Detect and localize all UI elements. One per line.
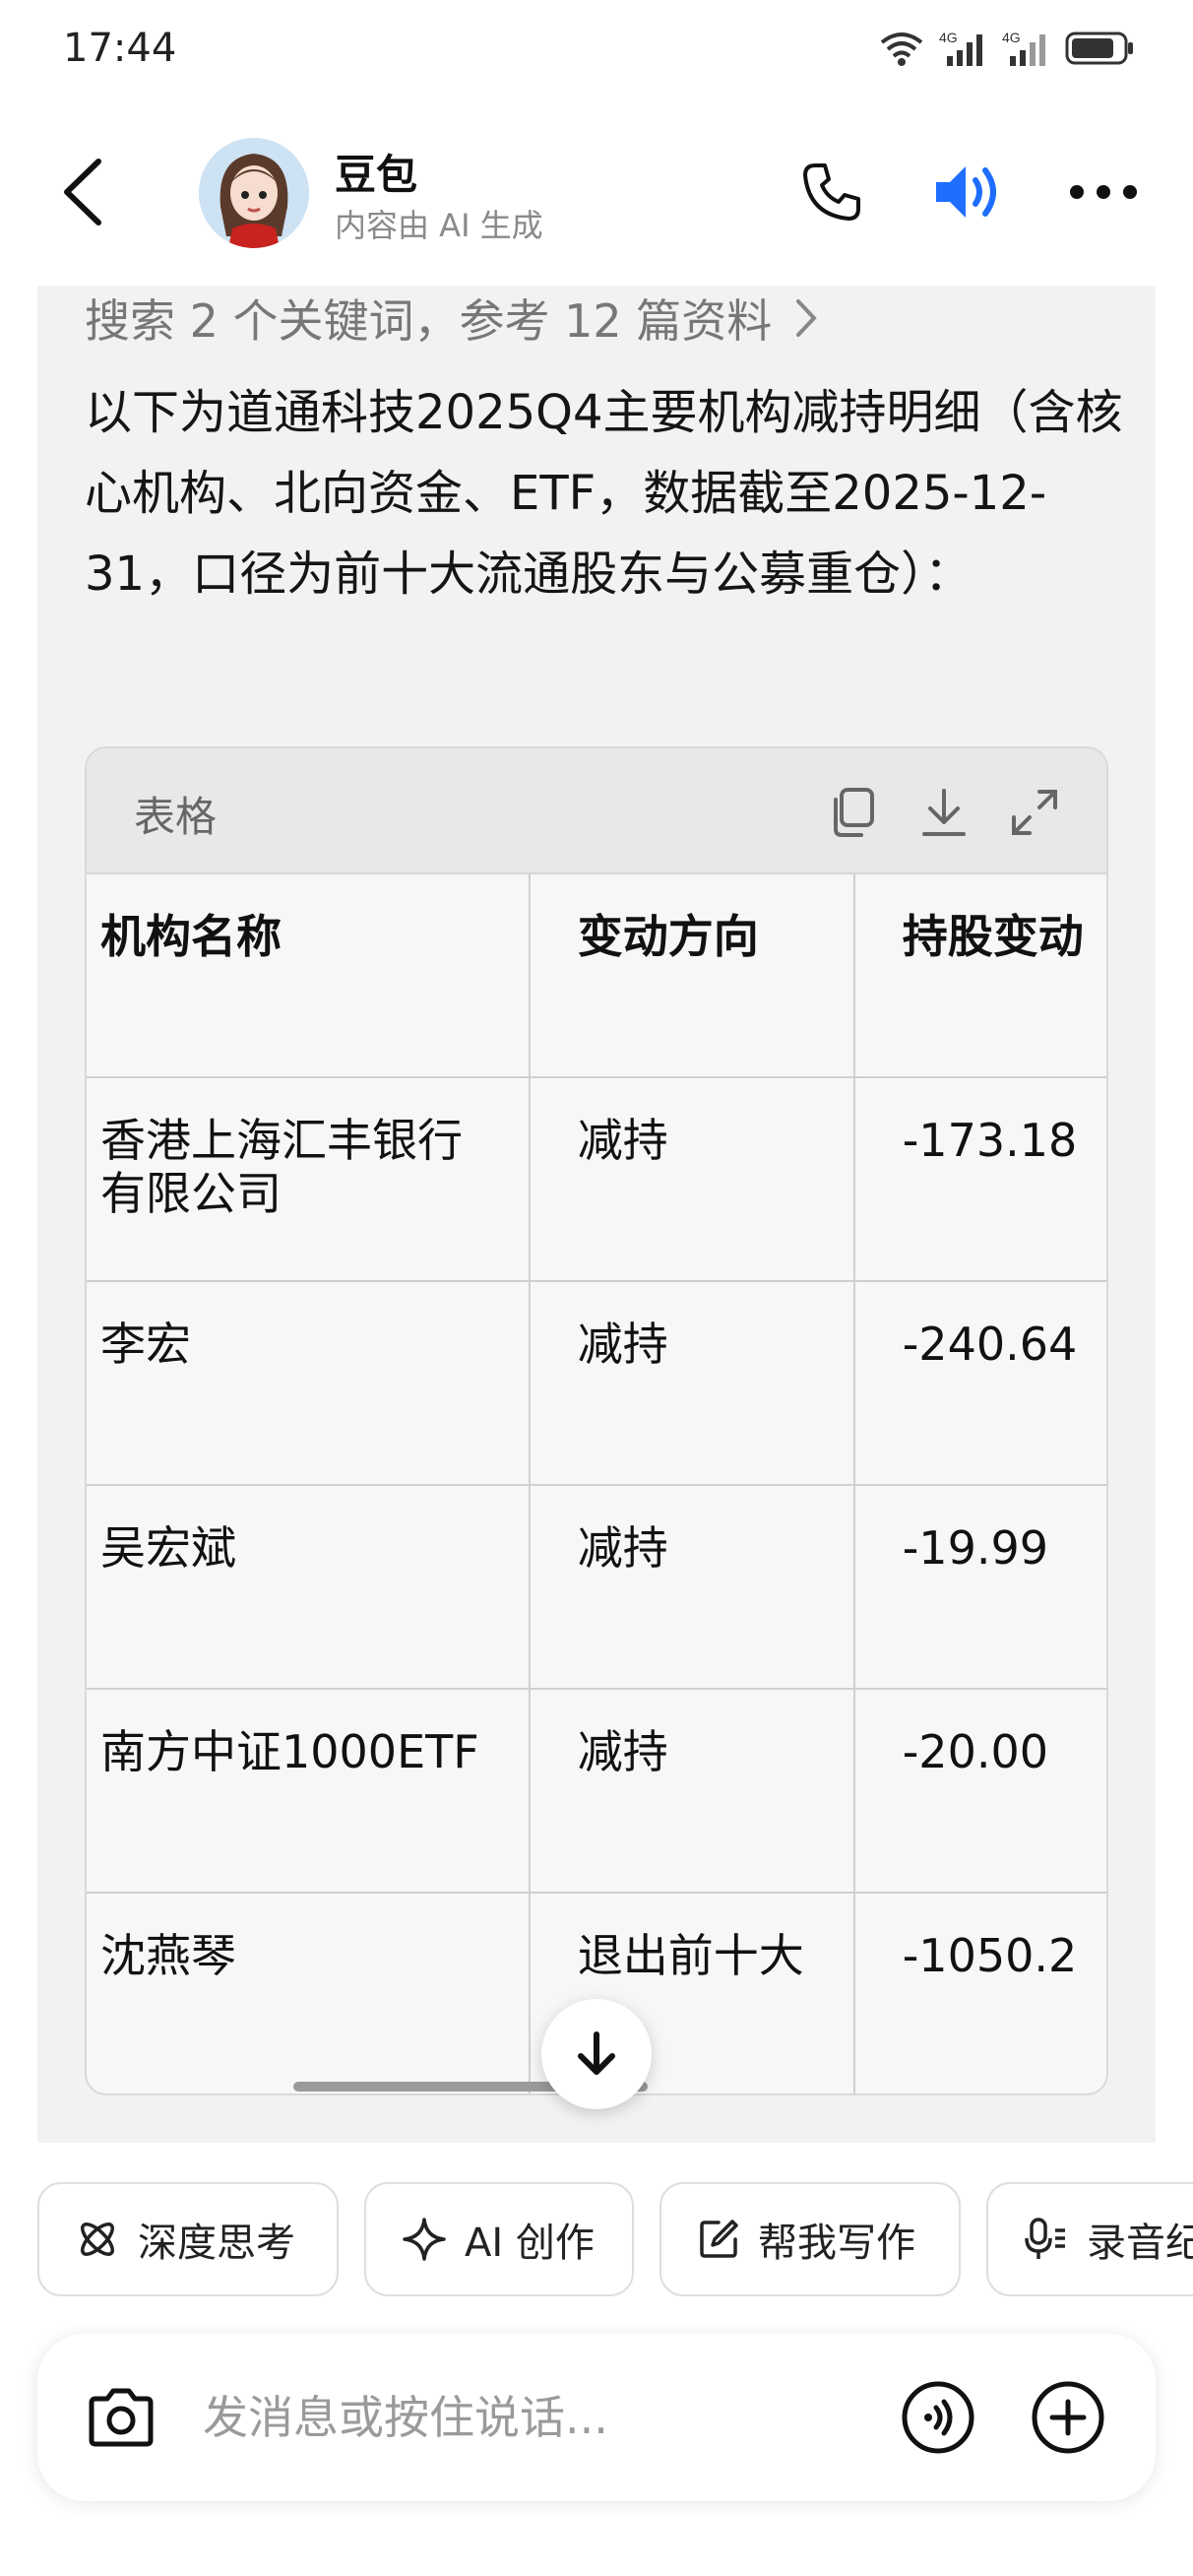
search-reference-link[interactable]: 搜索 2 个关键词，参考 12 篇资料 bbox=[85, 286, 818, 351]
table-cell: -19.99 bbox=[853, 1485, 1106, 1690]
table-cell: 减持 bbox=[529, 1689, 855, 1894]
expand-table-button[interactable] bbox=[1000, 778, 1069, 847]
message-input[interactable] bbox=[203, 2373, 892, 2462]
voice-call-button[interactable] bbox=[894, 2373, 982, 2462]
chat-header: 豆包 内容由 AI 生成 bbox=[0, 98, 1193, 286]
column-header: 机构名称 bbox=[87, 874, 531, 1078]
table-cell: -1050.2 bbox=[853, 1893, 1106, 2093]
phone-call-button[interactable] bbox=[787, 148, 876, 236]
atom-icon bbox=[81, 2222, 114, 2256]
copy-table-button[interactable] bbox=[817, 778, 886, 847]
table-cell: 沈燕琴 bbox=[87, 1893, 531, 2093]
table-scroll-area[interactable]: 机构名称 变动方向 持股变动 香港上海汇丰银行有限公司 减持 -173.18 李… bbox=[87, 874, 1106, 2093]
table-cell: 减持 bbox=[529, 1077, 855, 1282]
chip-help-write[interactable]: 帮我写作 bbox=[659, 2182, 961, 2296]
column-header: 变动方向 bbox=[529, 874, 855, 1078]
table-row: 南方中证1000ETF 减持 -20.00 bbox=[87, 1689, 1106, 1894]
table-cell: 李宏 bbox=[87, 1281, 531, 1486]
avatar-image bbox=[199, 138, 309, 248]
ai-disclaimer: 内容由 AI 生成 bbox=[335, 207, 543, 244]
scroll-to-bottom-button[interactable] bbox=[541, 1999, 652, 2109]
table-row: 吴宏斌 减持 -19.99 bbox=[87, 1485, 1106, 1690]
table-cell: 减持 bbox=[529, 1281, 855, 1486]
table-card: 表格 机构名称 变动方向 持股变动 香港上海汇丰银行有限公司 减持 -173.1… bbox=[85, 746, 1108, 2095]
avatar[interactable] bbox=[199, 138, 309, 248]
column-header: 持股变动 bbox=[853, 874, 1106, 1078]
chip-recording-notes[interactable]: 录音纪要 bbox=[986, 2182, 1193, 2296]
edit-icon bbox=[700, 2220, 738, 2258]
data-table: 机构名称 变动方向 持股变动 香港上海汇丰银行有限公司 减持 -173.18 李… bbox=[87, 874, 1106, 2093]
camera-button[interactable] bbox=[77, 2373, 165, 2462]
add-attachment-button[interactable] bbox=[1024, 2373, 1112, 2462]
table-cell: -173.18 bbox=[853, 1077, 1106, 1282]
more-icon bbox=[1070, 185, 1137, 199]
speaker-icon bbox=[936, 166, 996, 218]
speaker-button[interactable] bbox=[925, 148, 1014, 236]
chip-ai-create[interactable]: AI 创作 bbox=[364, 2182, 634, 2296]
download-icon bbox=[922, 789, 966, 836]
message-input-bar bbox=[37, 2334, 1156, 2501]
table-row: 李宏 减持 -240.64 bbox=[87, 1281, 1106, 1486]
copy-icon bbox=[834, 788, 874, 837]
table-cell: -20.00 bbox=[853, 1689, 1106, 1894]
mic-icon bbox=[1025, 2218, 1065, 2259]
back-icon bbox=[64, 159, 101, 225]
arrow-down-icon bbox=[578, 2031, 615, 2075]
wifi-icon bbox=[880, 32, 923, 66]
signal-4g-icon: 4G bbox=[1002, 30, 1045, 66]
voice-wave-icon bbox=[902, 2381, 974, 2454]
download-table-button[interactable] bbox=[910, 778, 978, 847]
status-icons: 4G 4G bbox=[878, 24, 1134, 73]
answer-text: 以下为道通科技2025Q4主要机构减持明细（含核心机构、北向资金、ETF，数据截… bbox=[85, 385, 1123, 602]
back-button[interactable] bbox=[43, 148, 122, 236]
chip-label: 录音纪要 bbox=[1087, 2221, 1193, 2266]
chat-message-area[interactable]: 搜索 2 个关键词，参考 12 篇资料 以下为道通科技2025Q4主要机构减持明… bbox=[37, 286, 1156, 2143]
chip-label: 深度思考 bbox=[138, 2221, 295, 2266]
status-time: 17:44 bbox=[63, 26, 177, 71]
svg-text:4G: 4G bbox=[939, 30, 958, 45]
sparkle-icon bbox=[403, 2218, 446, 2261]
chip-deep-thinking[interactable]: 深度思考 bbox=[37, 2182, 339, 2296]
search-reference-text: 搜索 2 个关键词，参考 12 篇资料 bbox=[85, 294, 773, 348]
table-row: 香港上海汇丰银行有限公司 减持 -173.18 bbox=[87, 1077, 1106, 1282]
more-button[interactable] bbox=[1059, 148, 1148, 236]
table-header-row: 机构名称 变动方向 持股变动 bbox=[87, 874, 1106, 1078]
battery-icon bbox=[1065, 32, 1133, 65]
chip-label: AI 创作 bbox=[465, 2221, 595, 2266]
expand-icon bbox=[1012, 790, 1057, 835]
chevron-right-icon bbox=[796, 299, 818, 337]
table-cell: -240.64 bbox=[853, 1281, 1106, 1486]
table-label: 表格 bbox=[134, 793, 218, 841]
camera-icon bbox=[89, 2388, 154, 2447]
status-bar: 17:44 4G 4G bbox=[0, 0, 1193, 98]
table-cell: 南方中证1000ETF bbox=[87, 1689, 531, 1894]
bot-name: 豆包 bbox=[335, 151, 418, 199]
plus-icon bbox=[1032, 2381, 1104, 2454]
table-cell: 香港上海汇丰银行有限公司 bbox=[87, 1077, 531, 1282]
table-cell: 减持 bbox=[529, 1485, 855, 1690]
table-cell: 吴宏斌 bbox=[87, 1485, 531, 1690]
phone-icon bbox=[803, 163, 860, 221]
table-toolbar: 表格 bbox=[87, 748, 1106, 874]
quick-action-chips: 深度思考 AI 创作 帮我写作 录音纪要 bbox=[37, 2182, 1193, 2298]
svg-text:4G: 4G bbox=[1002, 30, 1021, 45]
chip-label: 帮我写作 bbox=[758, 2221, 915, 2266]
signal-4g-icon: 4G bbox=[939, 30, 982, 66]
